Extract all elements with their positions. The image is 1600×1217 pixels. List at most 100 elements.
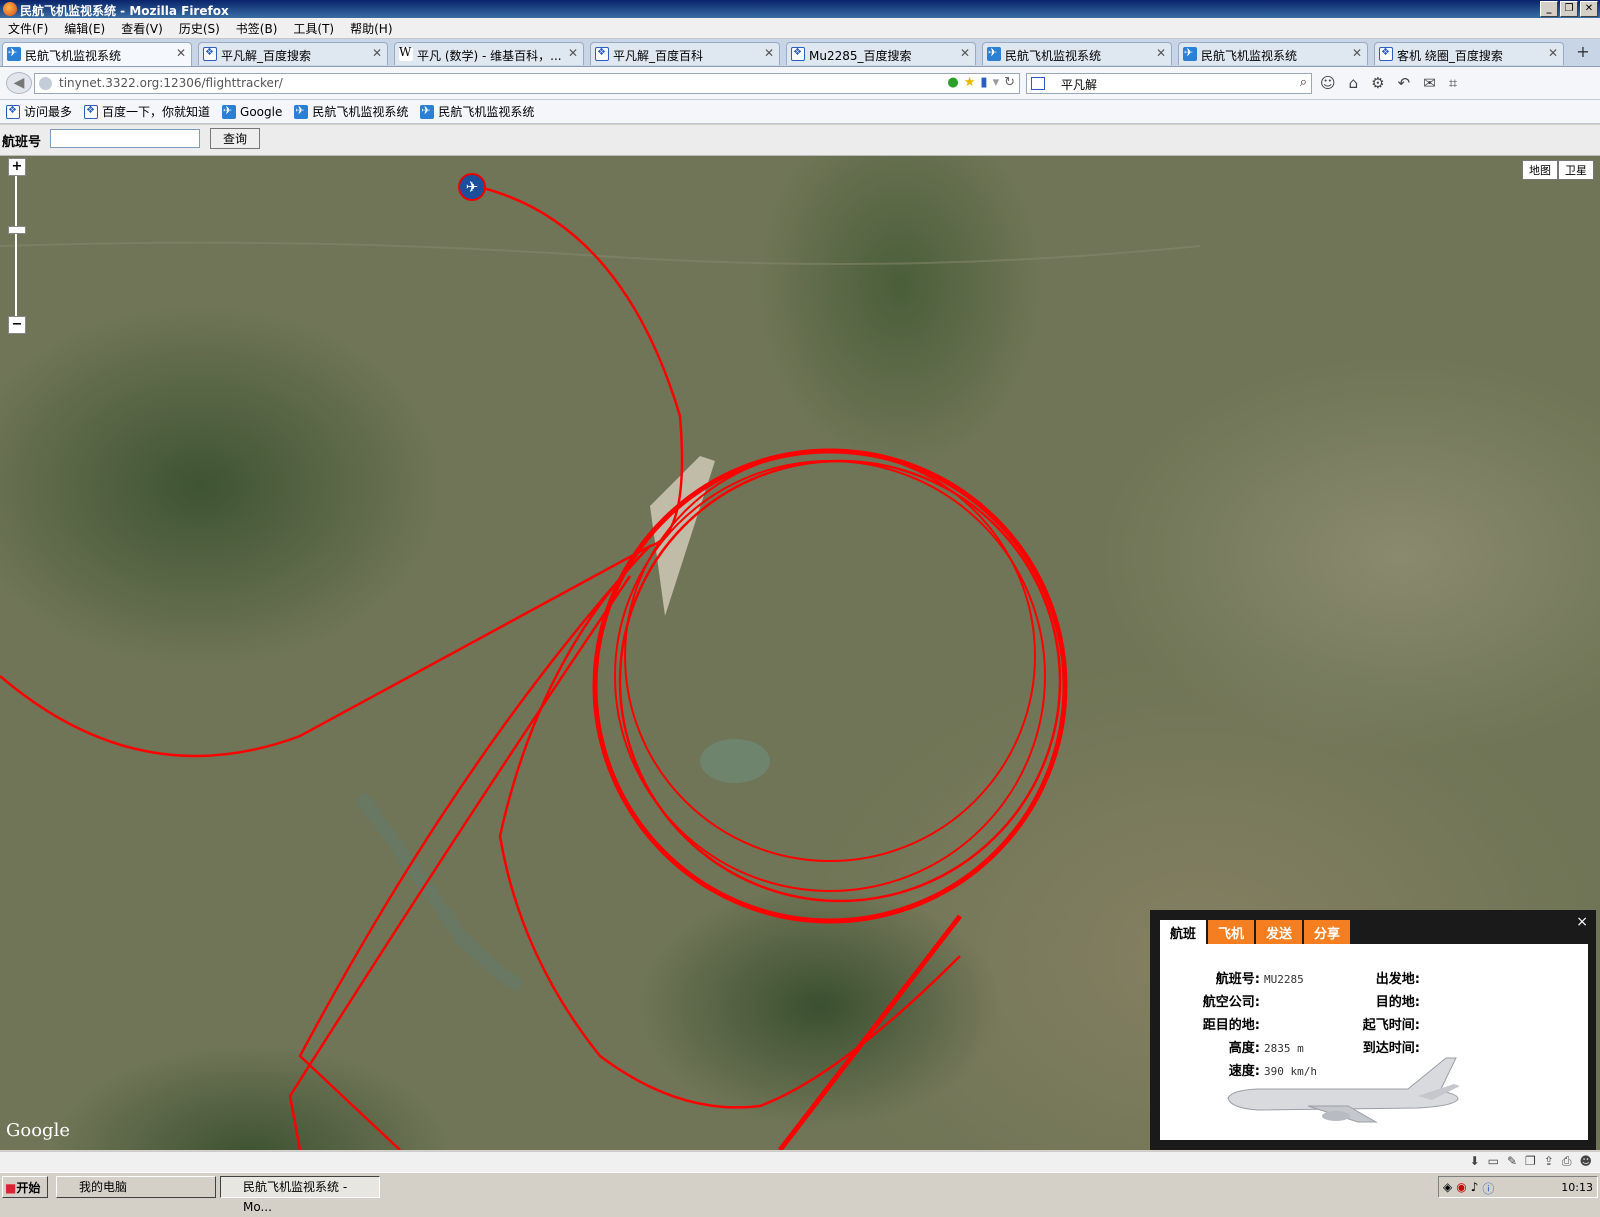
baidu-icon[interactable] [1031,77,1045,90]
aircraft-marker-icon[interactable]: ✈ [458,173,486,201]
print-icon[interactable]: ⎙ [1562,1154,1572,1169]
map-type-satellite-button[interactable]: 卫星 [1558,160,1594,180]
flight-number-input[interactable] [50,129,200,148]
bookmark-flight-tracker-2[interactable]: 民航飞机监视系统 [420,100,534,123]
close-window-button[interactable]: ✕ [1580,1,1598,17]
close-tab-icon[interactable]: ✕ [1548,46,1558,60]
map-type-map-button[interactable]: 地图 [1522,160,1558,180]
go-icon[interactable]: ● [947,75,958,90]
flight-route [0,183,1068,1150]
window-icon[interactable]: ❐ [1525,1154,1536,1169]
info-icon[interactable]: ⓘ [1482,1180,1494,1197]
user-icon[interactable]: ☻ [1579,1154,1592,1169]
menu-history[interactable]: 历史(S) [171,18,228,38]
tab-flight-tracker[interactable]: 民航飞机监视系统 ✕ [2,42,192,66]
tab-baidu-search[interactable]: 平凡解_百度搜索 ✕ [198,42,388,65]
start-button[interactable]: ■开始 [2,1176,48,1198]
tab-send[interactable]: 发送 [1256,920,1303,945]
crop-icon[interactable]: ⌗ [1449,74,1457,92]
tab-circling-search[interactable]: 客机 绕圈_百度搜索 ✕ [1374,42,1564,65]
tab-flight-tracker-2[interactable]: 民航飞机监视系统 ✕ [982,42,1172,65]
network-icon[interactable]: ◈ [1443,1180,1452,1197]
google-logo: Google [6,1120,70,1141]
url-bar[interactable]: tinynet.3322.org:12306/flighttracker/ ● … [34,73,1020,94]
undo-icon[interactable]: ↶ [1398,74,1411,92]
close-tab-icon[interactable]: ✕ [372,46,382,60]
close-tab-icon[interactable]: ✕ [176,46,186,60]
close-tab-icon[interactable]: ✕ [568,46,578,60]
destination-key: 目的地: [1375,995,1420,1010]
tab-share[interactable]: 分享 [1304,920,1351,945]
tab-bar: 民航飞机监视系统 ✕ 平凡解_百度搜索 ✕ 平凡 (数学) - 维基百科，...… [0,39,1600,67]
baidu-icon [791,47,805,61]
volume-icon[interactable]: ♪ [1471,1180,1479,1197]
plane-icon [294,104,309,119]
tab-mu2285-search[interactable]: Mu2285_百度搜索 ✕ [786,42,976,65]
bookmark-google[interactable]: Google [222,100,282,123]
bookmark-baidu[interactable]: 百度一下，你就知道 [84,100,210,123]
plane-icon [1183,46,1197,61]
chat-icon[interactable]: ✉ [1423,74,1436,92]
menu-view[interactable]: 查看(V) [113,18,171,38]
menu-edit[interactable]: 编辑(E) [56,18,113,38]
tab-baidu-baike[interactable]: 平凡解_百度百科 ✕ [590,42,780,65]
close-tab-icon[interactable]: ✕ [1156,46,1166,60]
minimize-button[interactable]: _ [1540,1,1558,17]
addon-bar-icon[interactable]: ▭ [1488,1154,1499,1169]
home-icon[interactable]: ⌂ [1349,74,1359,92]
share-icon[interactable]: ⇪ [1544,1154,1554,1169]
window-title-bar: 民航飞机监视系统 - Mozilla Firefox _ ❐ ✕ [0,0,1600,18]
download-icon[interactable]: ⬇ [1470,1154,1480,1169]
menu-bookmarks[interactable]: 书签(B) [228,18,286,38]
restore-button[interactable]: ❐ [1560,1,1578,17]
tab-label: 民航飞机监视系统 [1201,49,1298,63]
zoom-slider-track[interactable] [15,176,17,316]
aircraft-image [1227,1057,1460,1123]
search-bar[interactable]: 平凡解 ⌕ [1026,73,1312,94]
zoom-in-button[interactable]: + [8,158,26,176]
close-tab-icon[interactable]: ✕ [1352,46,1362,60]
new-tab-button[interactable]: + [1572,43,1594,63]
status-bar: ⬇ ▭ ✎ ❐ ⇪ ⎙ ☻ [0,1151,1600,1172]
plane-icon [7,46,21,61]
zoom-out-button[interactable]: − [8,316,26,334]
bookmark-flight-tracker[interactable]: 民航飞机监视系统 [294,100,408,123]
menu-file[interactable]: 文件(F) [0,18,56,38]
baidu-icon [203,47,217,61]
taskbar-firefox[interactable]: 民航飞机监视系统 - Mo... [220,1176,380,1214]
addon-icon[interactable]: ⚙ [1371,74,1384,92]
airline-key: 航空公司: [1202,995,1260,1010]
menu-tools[interactable]: 工具(T) [285,18,342,38]
search-text: 平凡解 [1061,78,1098,92]
tab-wikipedia[interactable]: 平凡 (数学) - 维基百科，... ✕ [394,42,584,65]
back-button[interactable]: ◀ [6,72,32,94]
close-panel-icon[interactable]: × [1576,914,1588,930]
bookmark-most-visited[interactable]: 访问最多 [6,100,72,123]
site-identity-icon[interactable] [39,77,52,90]
tool-icon[interactable]: ✎ [1507,1154,1517,1169]
tab-flight[interactable]: 航班 [1160,920,1207,945]
wikipedia-icon [399,45,413,61]
zoom-slider-thumb[interactable] [8,226,26,234]
tab-label: 客机 绕圈_百度搜索 [1397,49,1503,63]
plane-icon [987,46,1001,61]
search-icon[interactable]: ⌕ [1300,75,1307,90]
bookmarks-bar: 访问最多 百度一下，你就知道 Google 民航飞机监视系统 民航飞机监视系统 [0,100,1600,124]
bookmark-star-icon[interactable]: ★ [964,75,976,90]
dropdown-icon[interactable]: ▾ [993,75,1000,90]
mobile-icon[interactable]: ▮ [980,75,987,90]
query-button[interactable]: 查询 [210,128,260,149]
tab-label: 平凡 (数学) - 维基百科，... [417,49,562,63]
close-tab-icon[interactable]: ✕ [764,46,774,60]
plane-icon [420,104,435,119]
taskbar-item-label: 我的电脑 [79,1180,128,1194]
smiley-icon[interactable]: ☺ [1320,74,1336,92]
tab-aircraft[interactable]: 飞机 [1208,920,1255,945]
taskbar-my-computer[interactable]: 我的电脑 [56,1176,216,1198]
tab-flight-tracker-3[interactable]: 民航飞机监视系统 ✕ [1178,42,1368,65]
bookmark-label: 民航飞机监视系统 [312,105,409,119]
close-tab-icon[interactable]: ✕ [960,46,970,60]
menu-help[interactable]: 帮助(H) [342,18,400,38]
shield-icon[interactable]: ◉ [1456,1180,1466,1197]
reload-icon[interactable]: ↻ [1004,75,1015,90]
